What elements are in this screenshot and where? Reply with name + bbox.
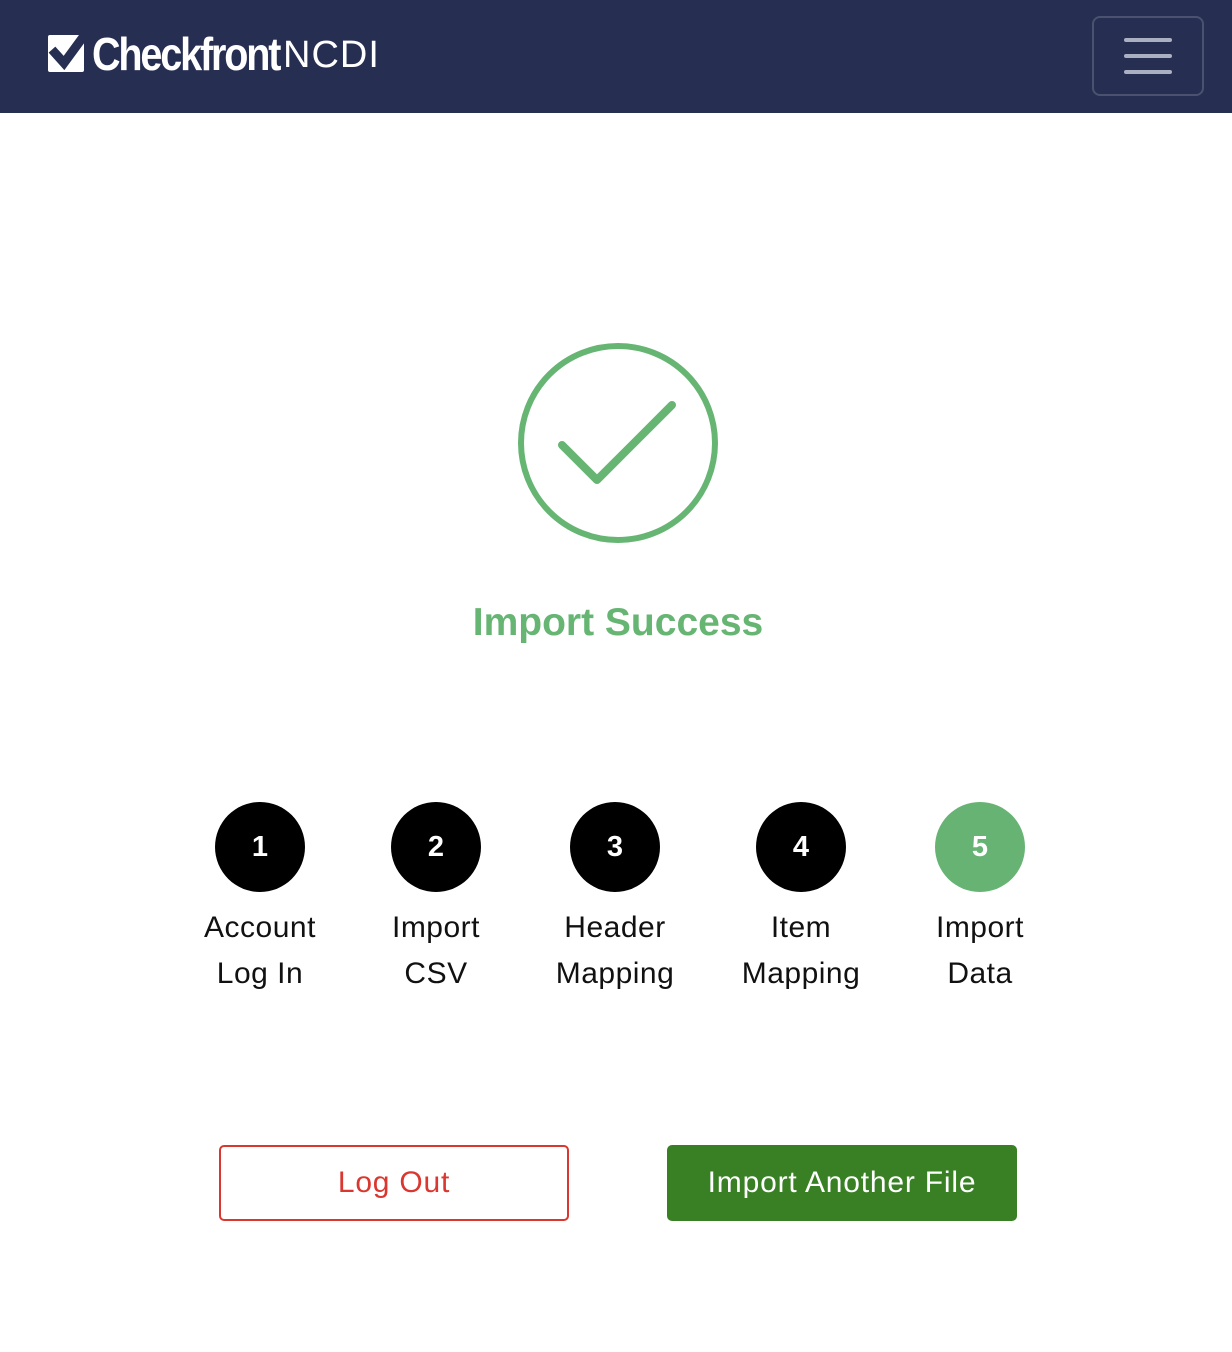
step-number-badge: 1 — [215, 802, 305, 892]
hamburger-menu-icon — [1124, 38, 1172, 42]
step-label: Item Mapping — [721, 905, 881, 997]
step-number-badge: 2 — [391, 802, 481, 892]
step-import-data: 5 Import Data — [900, 802, 1060, 997]
step-label-line: Item — [770, 911, 832, 944]
step-label: Import Data — [900, 905, 1060, 997]
import-another-file-button[interactable]: Import Another File — [667, 1145, 1017, 1221]
step-label-line: Mapping — [555, 957, 675, 990]
hamburger-menu-icon-bar — [1124, 54, 1172, 58]
step-label-line: Log In — [216, 957, 304, 990]
step-account-log-in: 1 Account Log In — [180, 802, 340, 997]
step-header-mapping: 3 Header Mapping — [535, 802, 695, 997]
brand-subtitle: NCDI — [283, 34, 380, 76]
step-label-line: Mapping — [741, 957, 861, 990]
check-circle-icon — [518, 343, 718, 543]
step-label-line: Header — [564, 911, 666, 944]
step-item-mapping: 4 Item Mapping — [721, 802, 881, 997]
step-label-line: Account — [204, 911, 316, 944]
brand-logo-text[interactable]: Checkfront — [92, 24, 281, 84]
top-navbar: Checkfront NCDI — [0, 0, 1232, 113]
step-label: Account Log In — [180, 905, 340, 997]
menu-toggle-button[interactable] — [1092, 16, 1204, 96]
checkbox-logo-icon — [48, 31, 88, 72]
step-number-badge: 4 — [756, 802, 846, 892]
hamburger-menu-icon-bar — [1124, 70, 1172, 74]
step-label-line: Import — [935, 911, 1025, 944]
log-out-button[interactable]: Log Out — [219, 1145, 569, 1221]
step-number-badge: 3 — [570, 802, 660, 892]
step-label: Import CSV — [356, 905, 516, 997]
step-label-line: Import — [391, 911, 481, 944]
step-label: Header Mapping — [535, 905, 695, 997]
step-label-line: Data — [947, 957, 1013, 990]
status-title: Import Success — [472, 601, 764, 644]
step-import-csv: 2 Import CSV — [356, 802, 516, 997]
step-number-badge-active: 5 — [935, 802, 1025, 892]
step-label-line: CSV — [404, 957, 468, 990]
